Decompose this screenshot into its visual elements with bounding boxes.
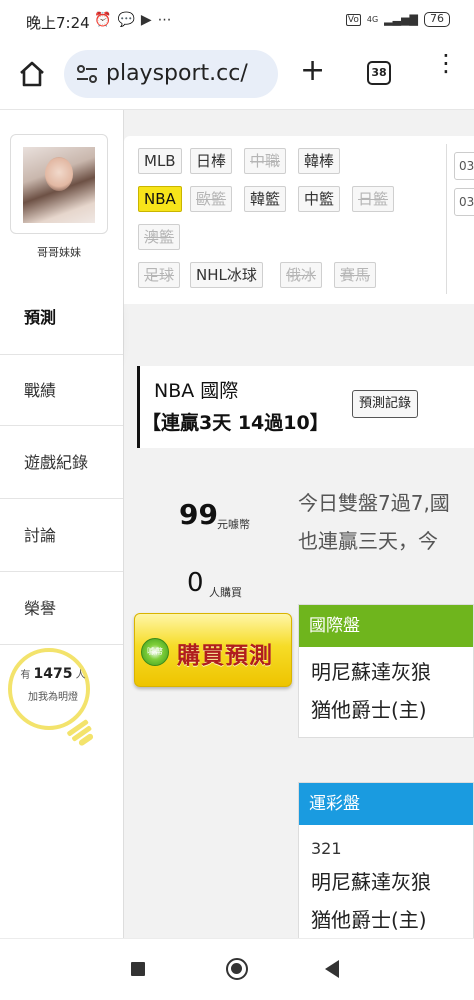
follow-lightbulb[interactable]: 有 1475 人 加我為明燈 — [8, 648, 94, 746]
system-navigation-bar — [0, 938, 474, 1000]
lottery-panel-title: 運彩盤 — [299, 783, 473, 825]
home-nav-icon[interactable] — [226, 958, 248, 980]
signal-icon: ▂▃▅▇ — [384, 13, 418, 26]
tab-switcher-button[interactable]: 38 — [367, 61, 391, 85]
follow-label: 加我為明燈 — [28, 692, 78, 703]
game-code: 321 — [311, 839, 342, 858]
new-tab-icon[interactable]: + — [300, 56, 325, 86]
coin-logo-icon: 噱幣 — [141, 638, 169, 666]
analysis-text: 今日雙盤7過7,國 也連贏三天，今 — [298, 458, 474, 598]
buyer-count: 0 — [187, 568, 204, 598]
sidebar-item-record[interactable]: 戰績 — [0, 354, 123, 426]
prediction-record-header: NBA 國際 【連贏3天 14過10】 預測記錄 — [137, 366, 474, 448]
fan-count-line: 有 1475 人 — [20, 666, 86, 682]
international-odds-panel: 國際盤 明尼蘇達灰狼 猶他爵士(主) — [298, 604, 474, 738]
chip-nba[interactable]: NBA — [138, 186, 182, 212]
status-bar: 晚上7:24 ⏰💬▶⋯ Vo 4G ▂▃▅▇ 76 — [0, 0, 474, 44]
more-icon: ⋯ — [157, 12, 178, 28]
lottery-odds-panel: 運彩盤 321 明尼蘇達灰狼 猶他爵士(主) — [298, 782, 474, 938]
browser-toolbar: playsport.cc/ + 38 ⋮ — [0, 44, 474, 110]
url-text[interactable]: playsport.cc/ — [106, 61, 248, 86]
price-unit: 元噱幣 — [217, 518, 250, 531]
sidebar-item-predict[interactable]: 預測 — [0, 282, 123, 354]
date-selector-2[interactable]: 03 — [454, 188, 474, 216]
buy-prediction-button[interactable]: 噱幣 購買預測 — [134, 613, 292, 687]
league-title: NBA 國際 — [154, 380, 239, 402]
chip-au-basketball[interactable]: 澳籃 — [138, 224, 181, 250]
buyer-unit: 人購買 — [209, 586, 242, 599]
chip-ru-hockey[interactable]: 俄冰 — [280, 262, 323, 288]
international-panel-title: 國際盤 — [299, 605, 473, 647]
system-indicators: Vo 4G ▂▃▅▇ 76 — [345, 12, 450, 27]
address-bar[interactable]: playsport.cc/ — [64, 50, 278, 98]
chip-jp-basketball[interactable]: 日籃 — [352, 186, 395, 212]
site-settings-icon[interactable] — [76, 64, 98, 84]
sidebar-item-honor[interactable]: 榮譽 — [0, 573, 123, 645]
clock: 晚上7:24 — [26, 14, 90, 32]
chip-nhl[interactable]: NHL冰球 — [190, 262, 263, 288]
home-icon[interactable] — [18, 60, 46, 88]
recents-icon[interactable] — [131, 962, 145, 976]
chat-icon: 💬 — [117, 12, 141, 28]
notification-icons: ⏰💬▶⋯ — [94, 12, 178, 28]
alarm-icon: ⏰ — [94, 12, 118, 28]
youtube-icon: ▶ — [140, 12, 158, 28]
user-nickname[interactable]: 哥哥妹妹 — [0, 244, 118, 260]
filter-divider — [446, 144, 447, 294]
analysis-line-1: 今日雙盤7過7,國 — [298, 491, 450, 515]
page-content: 哥哥妹妹 預測 戰績 遊戲紀錄 討論 榮譽 有 1475 人 加我為明燈 MLB — [0, 110, 474, 938]
avatar[interactable] — [23, 147, 95, 223]
volte-icon: Vo — [345, 13, 361, 26]
away-team: 明尼蘇達灰狼 — [311, 870, 431, 894]
chip-kr-baseball[interactable]: 韓棒 — [298, 148, 341, 174]
chip-jp-baseball[interactable]: 日棒 — [190, 148, 233, 174]
chip-horse-racing[interactable]: 賽馬 — [334, 262, 377, 288]
home-team: 猶他爵士(主) — [311, 908, 427, 932]
price-amount: 99 — [179, 498, 218, 531]
buy-prediction-label: 購買預測 — [177, 643, 273, 669]
network-label: 4G — [366, 15, 379, 24]
avatar-card[interactable] — [10, 134, 108, 234]
lightbulb-base-icon — [67, 719, 94, 746]
win-streak: 【連贏3天 14過10】 — [142, 412, 329, 434]
chip-soccer[interactable]: 足球 — [138, 262, 181, 288]
analysis-line-2: 也連贏三天，今 — [298, 529, 438, 553]
battery-indicator: 76 — [424, 12, 450, 27]
chip-mlb[interactable]: MLB — [138, 148, 182, 174]
sidebar: 哥哥妹妹 預測 戰績 遊戲紀錄 討論 榮譽 有 1475 人 加我為明燈 — [0, 110, 124, 938]
price-box: 99 元噱幣 0 人購買 — [137, 458, 297, 608]
away-team: 明尼蘇達灰狼 — [311, 660, 431, 684]
home-team: 猶他爵士(主) — [311, 698, 427, 722]
fan-count: 1475 — [33, 666, 73, 682]
chip-kr-basketball[interactable]: 韓籃 — [244, 186, 287, 212]
league-filter-panel: MLB 日棒 中職 韓棒 NBA 歐籃 韓籃 中籃 日籃 澳籃 足球 NHL冰球… — [124, 136, 474, 304]
prediction-history-button[interactable]: 預測記錄 — [352, 390, 419, 418]
overflow-menu-icon[interactable]: ⋮ — [434, 51, 458, 75]
sidebar-item-discussion[interactable]: 討論 — [0, 500, 123, 572]
back-icon[interactable] — [325, 960, 339, 978]
chip-cn-basketball[interactable]: 中籃 — [298, 186, 341, 212]
chip-cpbl[interactable]: 中職 — [244, 148, 287, 174]
chip-eu-basketball[interactable]: 歐籃 — [190, 186, 233, 212]
sidebar-item-game-log[interactable]: 遊戲紀錄 — [0, 427, 123, 499]
date-selector-1[interactable]: 03 — [454, 152, 474, 180]
